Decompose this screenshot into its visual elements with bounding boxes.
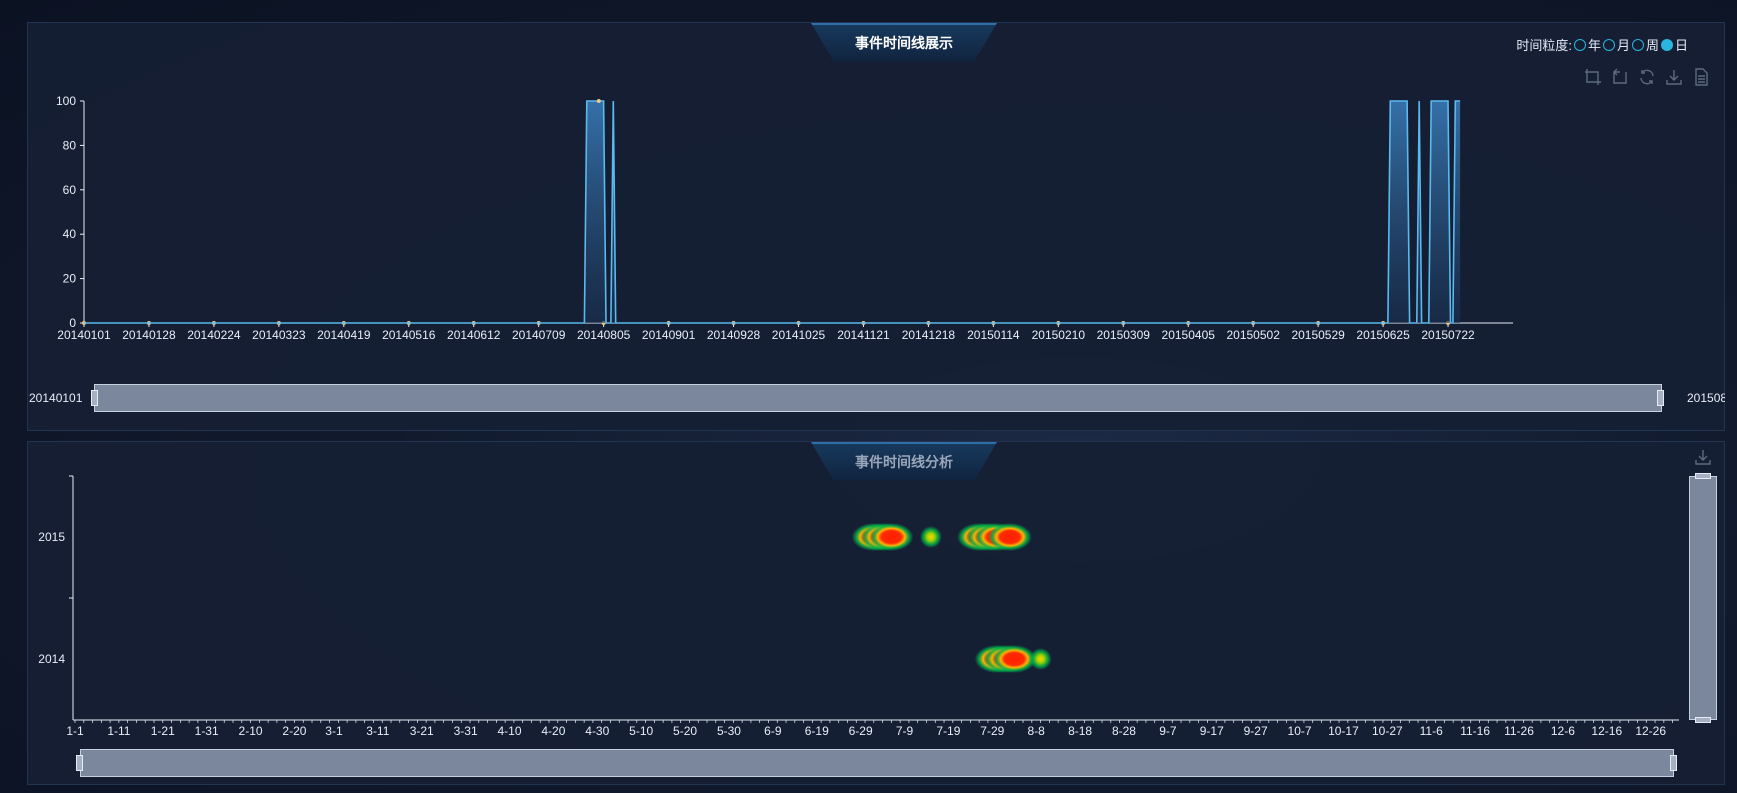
heatmap-point (919, 526, 942, 548)
x-tick-label: 20150210 (1032, 328, 1086, 342)
x-tick-label: 8-18 (1068, 724, 1092, 738)
x-tick-label: 20140709 (512, 328, 566, 342)
x-tick-label: 8-8 (1028, 724, 1046, 738)
x-tick-label: 6-9 (764, 724, 782, 738)
x-tick-label: 20150405 (1162, 328, 1216, 342)
slider-handle-right[interactable] (1670, 755, 1677, 771)
x-tick-label: 20141025 (772, 328, 826, 342)
data-point (596, 99, 601, 103)
x-tick-label: 8-28 (1112, 724, 1136, 738)
x-tick-label: 7-29 (980, 724, 1004, 738)
x-tick-label: 9-17 (1200, 724, 1224, 738)
x-tick-label: 1-1 (66, 724, 84, 738)
x-tick-label: 20150529 (1291, 328, 1345, 342)
x-tick-label: 20140928 (707, 328, 761, 342)
x-tick-label: 5-10 (629, 724, 653, 738)
x-tick-label: 6-19 (805, 724, 829, 738)
x-tick-label: 3-11 (366, 724, 389, 738)
slider-handle-bottom[interactable] (1695, 717, 1711, 723)
x-tick-label: 20140516 (382, 328, 436, 342)
x-tick-label: 1-11 (107, 724, 130, 738)
x-tick-label: 1-31 (195, 724, 219, 738)
x-tick-label: 20140128 (122, 328, 176, 342)
x-tick-label: 20140805 (577, 328, 631, 342)
datazoom-slider[interactable] (94, 384, 1662, 412)
x-tick-label: 11-6 (1420, 724, 1443, 738)
x-tick-label: 5-30 (717, 724, 741, 738)
x-tick-label: 20140612 (447, 328, 501, 342)
x-tick-label: 11-16 (1460, 724, 1490, 738)
x-tick-label: 12-26 (1635, 724, 1666, 738)
x-tick-label: 20150502 (1226, 328, 1280, 342)
x-tick-label: 12-16 (1591, 724, 1622, 738)
slider-end-label: 201508 (1687, 391, 1725, 405)
y-tick-label: 40 (63, 227, 77, 241)
slider-handle-left[interactable] (91, 390, 98, 406)
x-tick-label: 5-20 (673, 724, 697, 738)
x-tick-label: 20140224 (187, 328, 241, 342)
timeline-analysis-panel: 事件时间线分析 2014 2015 1-1 1-11 1-21 1-31 2-10 2-20 3… (27, 441, 1725, 785)
x-tick-label: 4-10 (497, 724, 521, 738)
y-tick-label: 20 (63, 272, 77, 286)
x-tick-label: 11-26 (1504, 724, 1534, 738)
y-tick-label: 60 (63, 183, 77, 197)
x-tick-label: 20140101 (57, 328, 111, 342)
x-tick-label: 20141121 (837, 328, 890, 342)
slider-handle-top[interactable] (1695, 473, 1711, 479)
heatmap-point (987, 523, 1032, 551)
event-heatmap-chart: 2014 2015 1-1 1-11 1-21 1-31 2-10 2-20 3-1 3-11 3-… (38, 475, 1679, 738)
x-tick-label: 4-20 (541, 724, 565, 738)
event-timeline-chart: 02040608010020140101 20140128 20140224 2014… (56, 94, 1513, 342)
x-tick-label: 7-19 (936, 724, 960, 738)
x-tick-label: 6-29 (849, 724, 873, 738)
x-tick-label: 20150722 (1421, 328, 1475, 342)
x-tick-label: 7-9 (896, 724, 914, 738)
x-tick-label: 3-1 (325, 724, 343, 738)
slider-handle-left[interactable] (76, 755, 83, 771)
datazoom-slider-horizontal[interactable] (80, 749, 1674, 777)
x-tick-label: 10-7 (1288, 724, 1312, 738)
x-tick-label: 20140419 (317, 328, 371, 342)
x-tick-label: 1-21 (151, 724, 175, 738)
heatmap-point (1029, 648, 1052, 670)
x-tick-label: 20150114 (967, 328, 1020, 342)
datazoom-slider-vertical[interactable] (1689, 476, 1717, 720)
x-tick-label: 2-10 (239, 724, 263, 738)
series-line (84, 100, 1461, 324)
x-tick-label: 3-21 (410, 724, 434, 738)
x-tick-label: 4-30 (585, 724, 609, 738)
slider-start-label: 20140101 (29, 391, 83, 405)
y-tick-label: 100 (56, 94, 76, 108)
x-tick-label: 2-20 (282, 724, 306, 738)
timeline-display-panel: 事件时间线展示 时间粒度: 年 月 周 日 0 20 40 60 80 100 … (27, 22, 1725, 431)
slider-handle-right[interactable] (1657, 390, 1664, 406)
series-area (84, 101, 1461, 323)
x-tick-label: 12-6 (1551, 724, 1575, 738)
x-tick-label: 9-27 (1244, 724, 1268, 738)
x-tick-label: 3-31 (454, 724, 478, 738)
y-tick-label: 2014 (38, 652, 65, 666)
y-tick-label: 80 (63, 138, 77, 152)
x-tick-label: 20140901 (642, 328, 696, 342)
x-tick-label: 9-7 (1159, 724, 1177, 738)
x-tick-label: 10-17 (1328, 724, 1359, 738)
x-tick-label: 20140323 (252, 328, 306, 342)
x-tick-label: 10-27 (1372, 724, 1403, 738)
x-tick-label: 20141218 (902, 328, 956, 342)
y-tick-label: 2015 (38, 530, 65, 544)
heatmap-point (869, 523, 914, 551)
x-tick-label: 20150309 (1097, 328, 1151, 342)
x-tick-label: 20150625 (1356, 328, 1410, 342)
